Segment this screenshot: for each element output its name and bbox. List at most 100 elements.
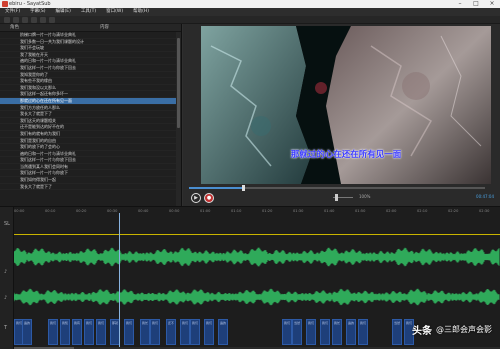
subtitle-row[interactable]: 我们这样一起还有你多坏一 [0,91,181,98]
scrollbar-thumb[interactable] [177,38,180,128]
subtitle-block[interactable]: 我们 [48,319,58,345]
subtitle-block[interactable]: 遍的 [346,319,356,345]
audio-waveform[interactable] [14,241,500,315]
toolbar-icon[interactable] [40,17,46,23]
watermark-handle: @三郎会声会影 [436,325,492,334]
row-text: 当然遇到某人我们会同时有 [20,163,68,169]
toolbar-icon[interactable] [22,17,28,23]
row-text: 我们如何得我们一起 [20,177,56,183]
subtitle-rows: 阶梯口牌一片一片与清毕业典礼 我们多数一日一共为我们课题的设计 我们不会玩坡 我了我能… [0,32,181,191]
subtitle-row[interactable]: 我长大了就是下了 [0,111,181,118]
subtitle-block[interactable]: 当然 [392,319,402,345]
subtitle-block[interactable]: 我们 [150,319,160,345]
subtitle-row[interactable]: 我们这样一片一片与你放下回去 [0,157,181,164]
subtitle-block[interactable]: 我们 [190,319,200,345]
maximize-icon[interactable]: □ [468,0,484,8]
row-text: 我们不会玩坡 [20,45,44,51]
row-text: 遍的日和一片一片与清毕业典礼 [20,150,76,156]
row-role [10,91,18,97]
subtitle-block[interactable]: 我长 [332,319,342,345]
subtitle-block[interactable]: 我们 [320,319,330,345]
play-button[interactable]: ▶ [191,193,201,203]
subtitle-row[interactable]: 我们多数一日一共为我们课题的设计 [0,39,181,46]
menu-item[interactable]: 帮助(H) [128,8,154,16]
row-role [10,78,18,84]
row-number [0,32,10,38]
playhead[interactable] [119,213,120,349]
subtitle-row[interactable]: 我们如何得我们一起 [0,177,181,184]
window-title: ebiru - SayatSub [9,1,51,7]
row-number [0,151,10,157]
row-text: 那就过的心在还在所有见一面 [20,97,72,103]
close-icon[interactable]: × [484,0,500,8]
subtitle-row[interactable]: 我了我能在开天 [0,52,181,59]
subtitle-block[interactable]: 当然 [292,319,302,345]
toolbar-icon[interactable] [13,17,19,23]
waveform-channel [14,247,500,267]
seek-bar[interactable] [189,185,485,191]
subtitle-row[interactable]: 我们这天的课题相关 [0,118,181,125]
subtitle-row[interactable]: 还不是能到达的好不在的 [0,124,181,131]
subtitle-block[interactable]: 我们 [84,319,94,345]
subtitle-row[interactable]: 那就过的心在还在所有见一面 [0,97,181,105]
subtitle-block[interactable]: 我知 [60,319,70,345]
lane-label: SL [4,221,10,227]
row-number [0,78,10,84]
menu-item[interactable]: 工具(T) [76,8,101,16]
subtitle-row[interactable]: 遍的日和一片一片与清毕业典礼 [0,58,181,65]
subtitle-row[interactable]: 我们是我们的的自由 [0,138,181,145]
record-button[interactable]: ● [204,193,214,203]
menu-item[interactable]: 文件(F) [0,8,25,16]
subtitle-row[interactable]: 当然遇到某人我们会同时有 [0,164,181,171]
column-header-content: 内容 [100,25,109,30]
minimize-icon[interactable]: – [452,0,468,8]
subtitle-row[interactable]: 我知我是你的了 [0,72,181,79]
subtitle-block[interactable]: 我们 [204,319,214,345]
subtitle-row[interactable]: 我们有的就有的为我们 [0,131,181,138]
menu-item[interactable]: 窗口(W) [101,8,128,16]
subtitle-row[interactable]: 我们这样一片一片与你放下回去 [0,65,181,72]
row-role [10,98,18,104]
subtitle-block[interactable]: 我们 [180,319,190,345]
subtitle-block[interactable]: 遍的 [22,319,32,345]
waveform-channel [14,288,500,306]
subtitle-row[interactable]: 我们不会玩坡 [0,45,181,52]
seek-bar-knob[interactable] [242,185,246,191]
row-number [0,111,10,117]
row-role [10,144,18,150]
watermark: 头条 @三郎会声会影 [412,322,492,337]
time-ruler[interactable]: 00:00 00:10 00:20 00:30 00:40 00:50 01:00 01:10… [14,209,500,217]
subtitle-row[interactable]: 阶梯口牌一片一片与清毕业典礼 [0,32,181,39]
timecode: 00:47:04 [476,194,494,199]
subtitle-block[interactable]: 我们 [282,319,292,345]
subtitle-row[interactable]: 我们这样一片一片与你放下 [0,170,181,178]
subtitle-row[interactable]: 我有些不我的缘由 [0,78,181,85]
subtitle-block[interactable]: 我们 [358,319,368,345]
menu-item[interactable]: 编辑(E) [50,8,75,16]
subtitle-block[interactable]: 遍的 [218,319,228,345]
subtitle-block[interactable]: 我有 [72,319,82,345]
lane-label: T [4,325,8,331]
subtitle-list-scrollbar[interactable] [176,32,181,206]
subtitle-block[interactable]: 我们 [96,319,106,345]
toolbar-icon[interactable] [49,17,55,23]
ruler-tick-label: 01:30 [293,209,304,213]
row-number [0,170,10,176]
volume-knob[interactable] [335,194,338,201]
toolbar-icon[interactable] [31,17,37,23]
subtitle-block[interactable]: 我长 [140,319,150,345]
subtitle-block[interactable]: 我们 [306,319,316,345]
subtitle-row[interactable]: 我们方方放任的人那么 [0,105,181,112]
subtitle-block[interactable]: 还不 [166,319,176,345]
subtitle-row[interactable]: 我长大了就是下了 [0,184,181,191]
row-role [10,138,18,144]
subtitle-row[interactable]: 遍的日和一片一片与清毕业典礼 [0,151,181,158]
subtitle-row[interactable]: 我们我和没以太那么 [0,85,181,92]
menu-item[interactable]: 字幕(S) [25,8,50,16]
row-text: 我们这样一起还有你多坏一 [20,91,68,97]
subtitle-block[interactable]: 我们 [124,319,134,345]
row-number [0,124,10,130]
toolbar-icon[interactable] [4,17,10,23]
video-frame[interactable]: 那就过的心在还在所有见一面 [201,26,491,184]
subtitle-row[interactable]: 我们的放下的了会的心 [0,144,181,151]
